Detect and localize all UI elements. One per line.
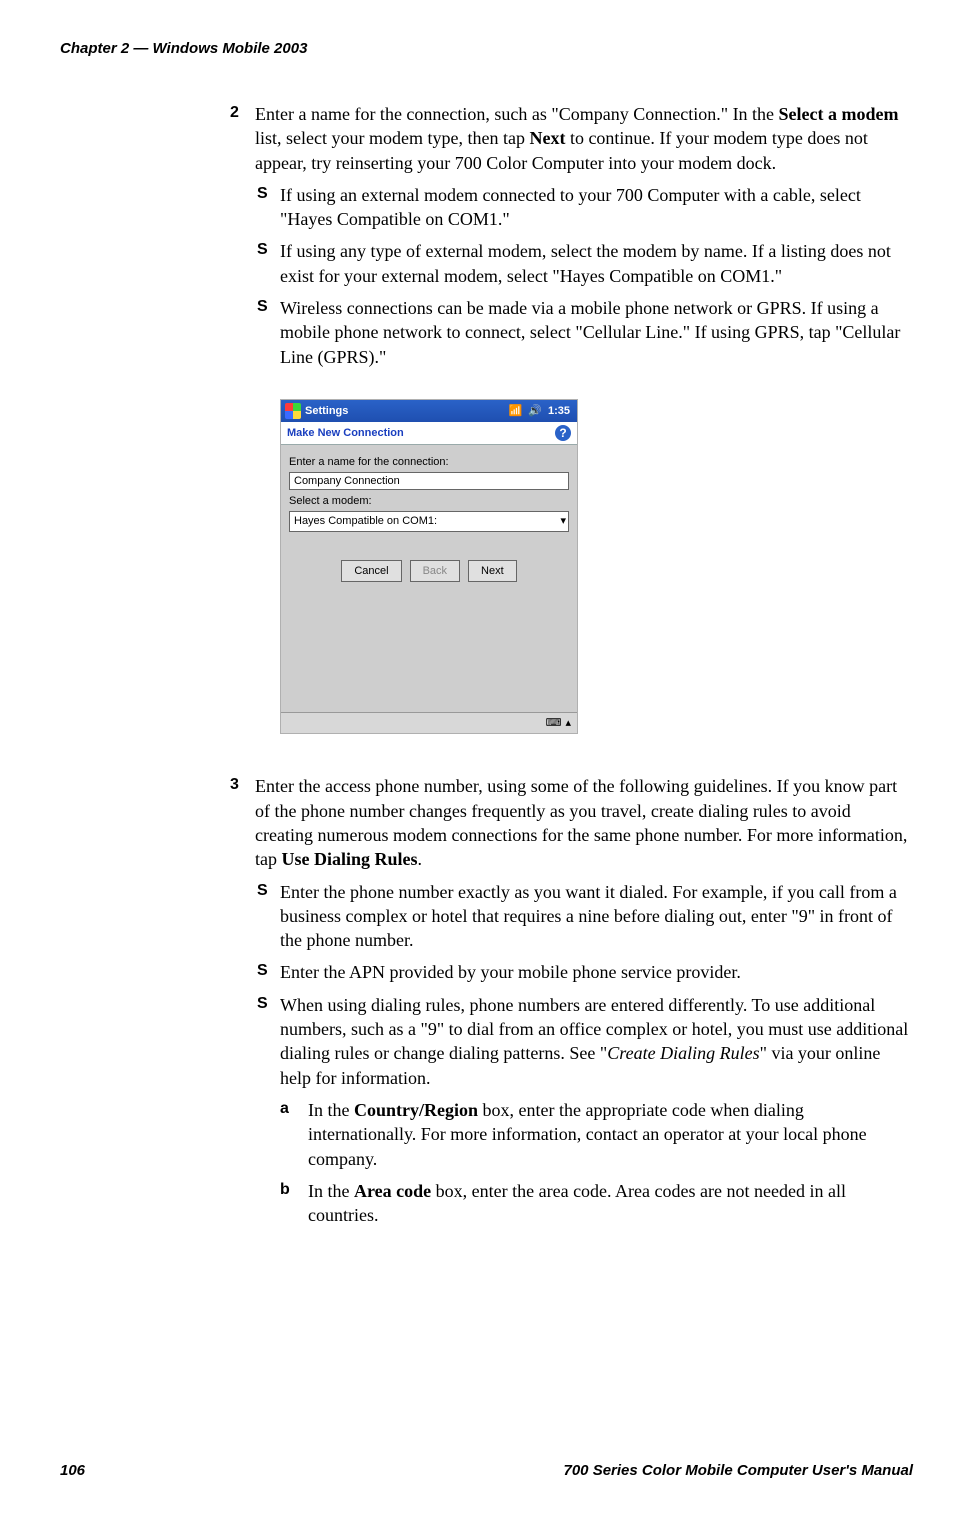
start-icon[interactable] (285, 403, 301, 419)
titlebar-title: Settings (305, 404, 348, 419)
step-2-text: Enter a name for the connection, such as… (255, 104, 899, 173)
step-2-bullet-1: If using an external modem connected to … (255, 183, 913, 232)
next-button[interactable]: Next (468, 560, 517, 583)
speaker-icon[interactable]: 🔊 (528, 404, 542, 419)
modem-select[interactable]: Hayes Compatible on COM1: ▾ (289, 511, 569, 532)
select-modem-label: Select a modem: (289, 494, 569, 509)
step-2-bullet-2: If using any type of external modem, sel… (255, 239, 913, 288)
sip-bar[interactable]: ⌨ ▴ (281, 712, 577, 733)
titlebar: Settings 📶 🔊 1:35 (281, 400, 577, 422)
step-3-bullet-2: Enter the APN provided by your mobile ph… (255, 960, 913, 984)
footer-page-number: 106 (60, 1462, 85, 1479)
step-2-bullet-3: Wireless connections can be made via a m… (255, 296, 913, 369)
step-3-text: Enter the access phone number, using som… (255, 776, 907, 869)
step-3-number: 3 (230, 774, 239, 796)
sip-up-icon[interactable]: ▴ (565, 716, 571, 731)
step-3a: a In the Country/Region box, enter the a… (280, 1098, 913, 1171)
connection-name-label: Enter a name for the connection: (289, 455, 569, 470)
footer-title: 700 Series Color Mobile Computer User's … (564, 1462, 914, 1479)
keyboard-icon[interactable]: ⌨ (546, 716, 562, 731)
connection-name-input[interactable] (289, 472, 569, 490)
screen-heading: Make New Connection ? (281, 422, 577, 445)
header-left: Chapter 2 — Windows Mobile 2003 (60, 40, 307, 57)
step-2: 2 Enter a name for the connection, such … (230, 102, 913, 734)
step-3-bullet-3: When using dialing rules, phone numbers … (255, 993, 913, 1228)
clock: 1:35 (548, 404, 570, 419)
back-button: Back (410, 560, 460, 583)
step-3b: b In the Area code box, enter the area c… (280, 1179, 913, 1228)
signal-icon[interactable]: 📶 (509, 404, 523, 419)
step-2-number: 2 (230, 102, 239, 124)
chevron-down-icon: ▾ (560, 514, 566, 529)
step-3-bullet-1: Enter the phone number exactly as you wa… (255, 880, 913, 953)
help-icon[interactable]: ? (555, 425, 571, 441)
step-3: 3 Enter the access phone number, using s… (230, 774, 913, 1227)
cancel-button[interactable]: Cancel (341, 560, 401, 583)
device-screenshot: Settings 📶 🔊 1:35 Make New Connection ? (280, 399, 578, 734)
